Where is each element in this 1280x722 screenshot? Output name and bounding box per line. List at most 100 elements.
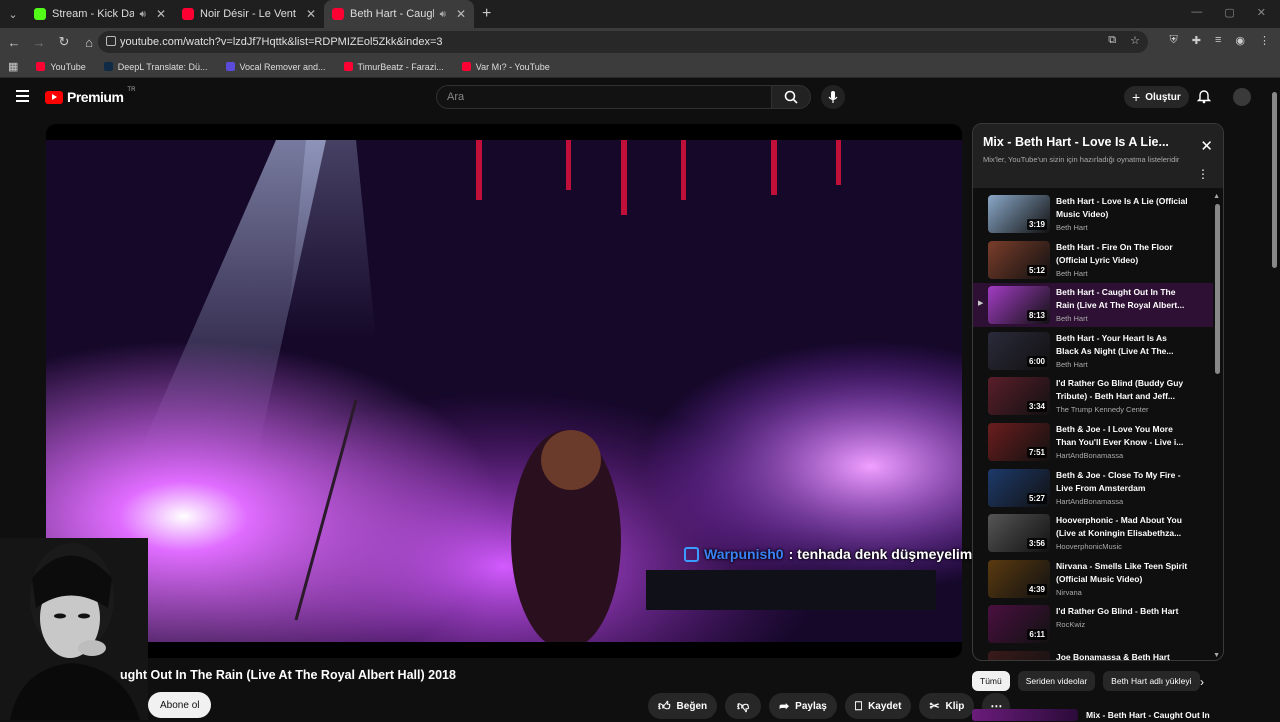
share-button[interactable]: ➦ Paylaş xyxy=(769,693,837,719)
minimize-button[interactable]: — xyxy=(1191,6,1202,19)
youtube-header: Premium TR Ara + Oluştur xyxy=(0,78,1280,116)
new-tab-button[interactable]: + xyxy=(482,5,491,23)
playlist-item-thumbnail[interactable]: 3:19 xyxy=(988,195,1050,233)
page-scrollbar[interactable] xyxy=(1272,92,1277,268)
bookmark-favicon-icon xyxy=(103,62,113,71)
filter-chip[interactable]: Beth Hart adlı yükleyi xyxy=(1103,671,1200,691)
account-avatar[interactable] xyxy=(1233,88,1251,106)
close-window-button[interactable]: ✕ xyxy=(1257,6,1266,19)
like-button[interactable]: 👍︎ Beğen xyxy=(648,693,718,719)
bookmark-item[interactable]: DeepL Translate: Dü... xyxy=(103,62,208,72)
playlist-item-thumbnail[interactable]: 3:56 xyxy=(988,514,1050,553)
playlist-item-thumbnail[interactable]: 8:13 xyxy=(988,286,1050,325)
speaker-icon[interactable]: 🔊︎ xyxy=(440,9,446,20)
playlist-item[interactable]: 6:11 I'd Rather Go Blind - Beth Hart RocKw… xyxy=(973,602,1213,646)
profile-icon[interactable]: ◉ xyxy=(1235,34,1245,47)
clip-button[interactable]: ✂ Klip xyxy=(919,693,975,719)
media-control-icon[interactable]: ≡ xyxy=(1215,34,1221,47)
filter-chip[interactable]: Seriden videolar xyxy=(1017,671,1096,691)
url-actions: ⧉ ☆ xyxy=(1108,34,1140,47)
playlist-item-thumbnail[interactable]: 3:34 xyxy=(988,377,1050,416)
playlist-item[interactable]: 6:00 Beth Hart - Your Heart Is As Black A… xyxy=(973,329,1213,373)
playlist-item[interactable]: Joe Bonamassa & Beth Hart xyxy=(973,648,1213,660)
save-label: Kaydet xyxy=(868,700,902,712)
playlist-item-title: Hooverphonic - Mad About You (Live at Ko… xyxy=(1056,515,1182,539)
video-frame[interactable] xyxy=(46,140,962,642)
share-icon: ➦ xyxy=(779,699,790,713)
tab-title: Beth Hart - Caught Out In The xyxy=(350,8,434,20)
reload-button[interactable]: ↻ xyxy=(53,34,75,50)
bookmark-item[interactable]: YouTube xyxy=(36,62,86,72)
playlist-item-title: Beth & Joe - Close To My Fire - Live Fro… xyxy=(1056,469,1181,493)
bookmark-label: TimurBeatz - Farazi... xyxy=(357,61,444,72)
bookmark-favicon-icon xyxy=(461,62,471,71)
site-info-icon[interactable] xyxy=(106,36,116,46)
playlist-more-icon[interactable]: ⋮ xyxy=(1197,168,1209,180)
extensions-puzzle-icon[interactable]: ✚ xyxy=(1192,34,1201,47)
dislike-button[interactable]: 👎︎ xyxy=(725,693,762,719)
maximize-button[interactable]: ▢ xyxy=(1224,6,1234,19)
playlist-item-channel: RocKwiz xyxy=(1056,620,1086,630)
playlist-item[interactable]: 5:27 Beth & Joe - Close To My Fire - Live… xyxy=(973,466,1213,510)
playlist-item[interactable]: ▶ 8:13 Beth Hart - Caught Out In The Rain … xyxy=(973,283,1213,328)
browser-menu-icon[interactable]: ⋮ xyxy=(1259,34,1270,47)
close-playlist-icon[interactable]: ✕ xyxy=(1200,137,1213,155)
browser-tab[interactable]: Stream - Kick Dashboard 🔊︎ ✕ xyxy=(26,0,174,28)
save-button[interactable]: ⎕ Kaydet xyxy=(844,693,912,719)
close-tab-icon[interactable]: ✕ xyxy=(456,7,466,21)
playlist-header: Mix - Beth Hart - Love Is A Lie... Mix'l… xyxy=(973,124,1223,188)
voice-search-button[interactable] xyxy=(821,85,845,109)
shield-extension-icon[interactable]: ⛨ xyxy=(1170,34,1178,47)
playlist-item-thumbnail[interactable]: 4:39 xyxy=(988,559,1050,598)
cast-icon[interactable]: ⧉ xyxy=(1108,34,1116,47)
forward-button[interactable]: → xyxy=(28,35,50,50)
bookmark-star-icon[interactable]: ☆ xyxy=(1130,34,1140,47)
playlist-item-thumbnail[interactable]: 5:27 xyxy=(988,468,1050,507)
bookmark-item[interactable]: Var Mı? - YouTube xyxy=(461,62,550,72)
playlist-item-thumbnail[interactable]: 6:00 xyxy=(988,331,1050,370)
playlist-item[interactable]: 5:12 Beth Hart - Fire On The Floor (Offic… xyxy=(973,238,1213,282)
scroll-down-arrow-icon[interactable]: ▼ xyxy=(1213,652,1220,659)
back-button[interactable]: ← xyxy=(3,35,25,50)
bookmark-item[interactable]: TimurBeatz - Farazi... xyxy=(343,61,444,72)
speaker-icon[interactable]: 🔊︎ xyxy=(140,9,146,20)
playlist-item-thumbnail[interactable]: 5:12 xyxy=(988,240,1050,279)
menu-icon[interactable] xyxy=(16,90,29,102)
playlist-item-thumbnail[interactable]: 7:51 xyxy=(988,423,1050,461)
playlist-title[interactable]: Mix - Beth Hart - Love Is A Lie... xyxy=(983,135,1213,149)
playlist-item[interactable]: 4:39 Nirvana - Smells Like Teen Spirit (O… xyxy=(973,557,1213,601)
video-player[interactable] xyxy=(46,124,962,658)
playlist-item-thumbnail[interactable] xyxy=(988,651,1050,660)
window-controls: — ▢ ✕ xyxy=(1191,6,1266,19)
chips-next-arrow-icon[interactable]: › xyxy=(1200,675,1204,689)
playlist-item[interactable]: 3:34 I'd Rather Go Blind (Buddy Guy Tribu… xyxy=(973,374,1213,418)
search-input[interactable]: Ara xyxy=(436,85,772,109)
playlist-item-title: Beth & Joe - I Love You More Than You'll… xyxy=(1056,424,1184,447)
browser-tab[interactable]: Beth Hart - Caught Out In The 🔊︎ ✕ xyxy=(324,0,474,28)
apps-grid-icon[interactable]: ▦ xyxy=(8,60,18,73)
playlist-item[interactable]: 3:19 Beth Hart - Love Is A Lie (Official … xyxy=(973,192,1213,236)
tab-search-chevron-icon[interactable]: ⌄ xyxy=(0,0,26,28)
url-bar[interactable]: youtube.com/watch?v=lzdJf7Hqttk&list=RDP… xyxy=(98,31,1148,53)
scroll-up-arrow-icon[interactable]: ▲ xyxy=(1213,193,1220,200)
filter-chip[interactable]: Tümü xyxy=(972,671,1010,691)
playlist-item-duration: 4:39 xyxy=(1026,583,1047,595)
create-button[interactable]: + Oluştur xyxy=(1124,86,1189,108)
playlist-item[interactable]: 3:56 Hooverphonic - Mad About You (Live a… xyxy=(973,511,1213,555)
playlist-item-title: Nirvana - Smells Like Teen Spirit (Offic… xyxy=(1056,560,1188,584)
youtube-premium-logo[interactable]: Premium TR xyxy=(45,87,135,105)
playlist-item-title: Beth Hart - Your Heart Is As Black As Ni… xyxy=(1056,332,1174,356)
search-button[interactable] xyxy=(771,85,811,109)
playlist-item-thumbnail[interactable]: 6:11 xyxy=(988,605,1050,644)
home-button[interactable]: ⌂ xyxy=(78,35,100,50)
close-tab-icon[interactable]: ✕ xyxy=(306,7,316,21)
bookmark-item[interactable]: Vocal Remover and... xyxy=(225,61,326,72)
subscribe-button[interactable]: Abone ol xyxy=(148,692,212,718)
notifications-button[interactable] xyxy=(1196,88,1212,109)
browser-tab[interactable]: Noir Désir - Le Vent Nous Porte ✕ xyxy=(174,0,324,28)
playlist-item-duration: 8:13 xyxy=(1026,310,1047,322)
playlist-scrollbar[interactable] xyxy=(1215,204,1220,374)
playlist-item[interactable]: 7:51 Beth & Joe - I Love You More Than Yo… xyxy=(973,420,1213,464)
bookmark-label: Vocal Remover and... xyxy=(239,61,326,72)
close-tab-icon[interactable]: ✕ xyxy=(156,7,166,21)
